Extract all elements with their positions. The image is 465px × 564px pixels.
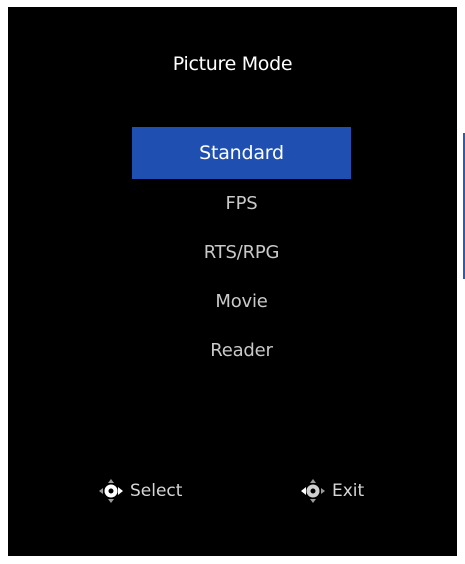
menu-item-movie[interactable]: Movie — [132, 277, 351, 326]
dpad-right-icon — [99, 479, 123, 503]
menu-title: Picture Mode — [172, 53, 293, 75]
select-label: Select — [130, 481, 183, 501]
exit-label: Exit — [332, 481, 365, 501]
menu-item-standard[interactable]: Standard — [132, 127, 351, 179]
menu-item-rts-rpg[interactable]: RTS/RPG — [132, 228, 351, 277]
picture-mode-list: Standard FPS RTS/RPG Movie Reader — [132, 127, 351, 375]
menu-item-fps[interactable]: FPS — [132, 179, 351, 228]
dpad-left-icon — [301, 479, 325, 503]
osd-menu-panel: Picture Mode Standard FPS RTS/RPG Movie … — [8, 7, 465, 556]
exit-hint[interactable]: Exit — [300, 479, 364, 503]
select-hint[interactable]: Select — [98, 479, 182, 503]
menu-item-reader[interactable]: Reader — [132, 326, 351, 375]
